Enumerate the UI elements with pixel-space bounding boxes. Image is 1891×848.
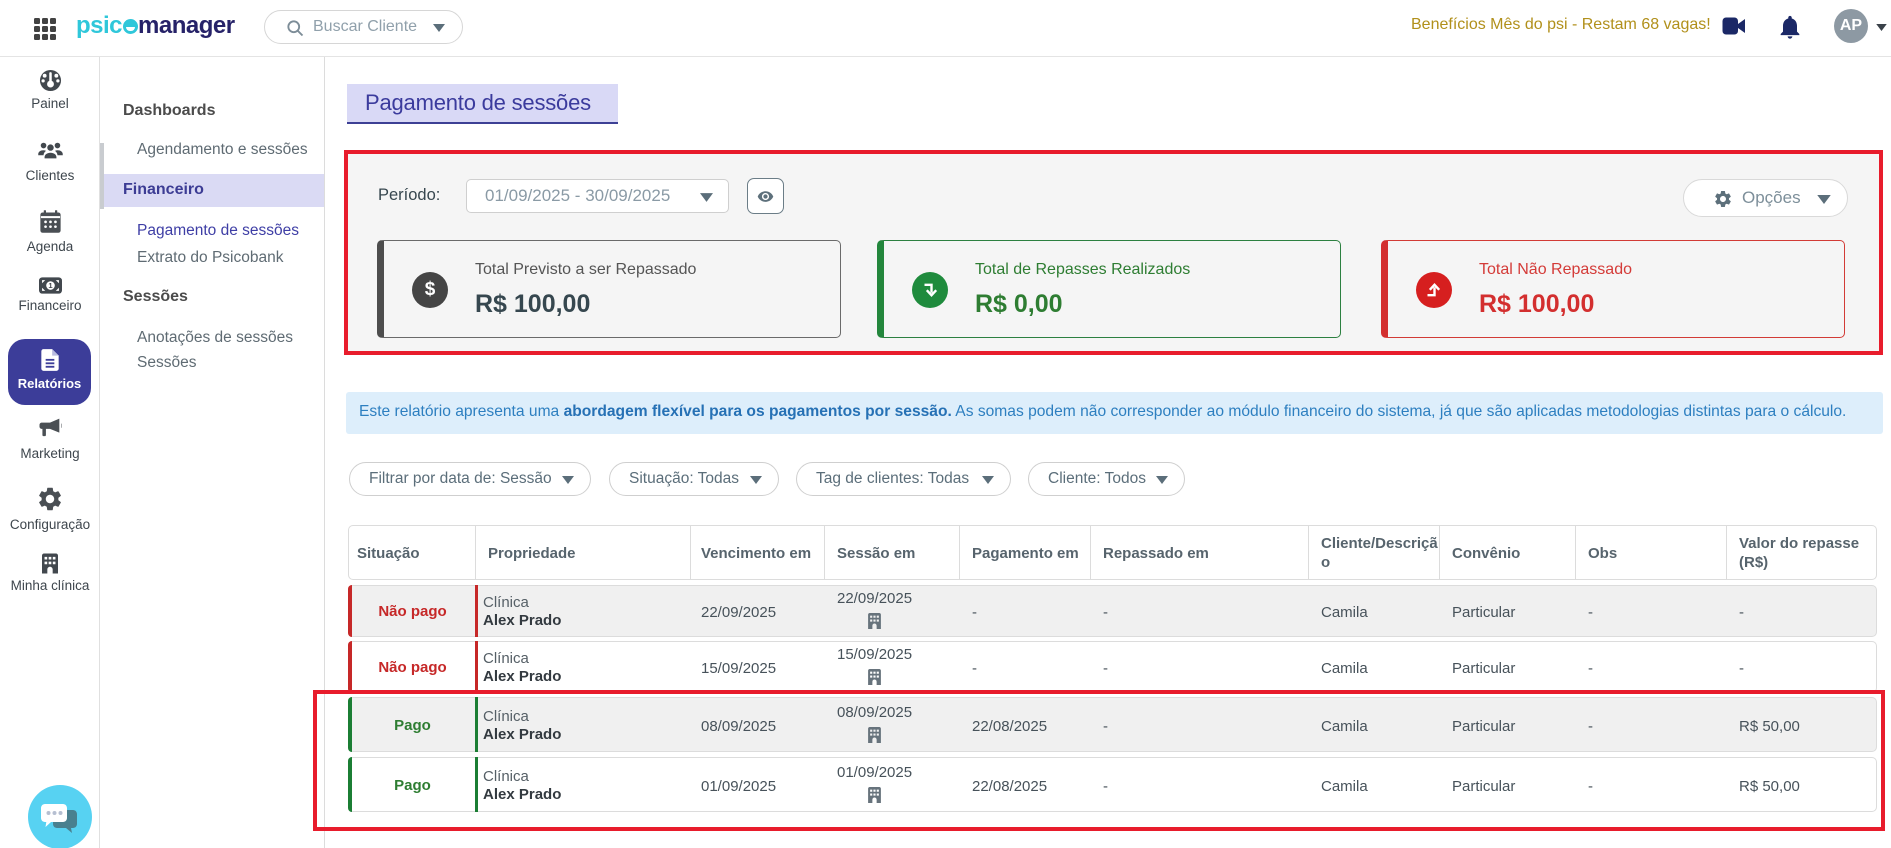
svg-text:1: 1	[48, 281, 53, 290]
